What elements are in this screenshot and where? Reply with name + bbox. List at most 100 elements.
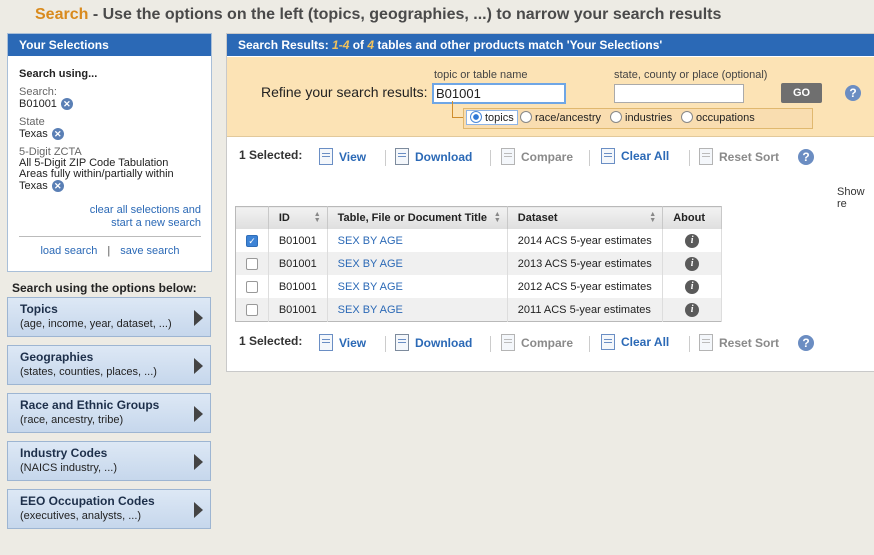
compare-button[interactable]: Compare xyxy=(501,334,573,351)
clear-all-label: Clear All xyxy=(621,335,670,349)
radio-industries[interactable]: industries xyxy=(610,111,672,124)
info-icon[interactable]: i xyxy=(685,233,700,248)
reset-sort-button[interactable]: Reset Sort xyxy=(699,334,779,351)
info-icon[interactable]: i xyxy=(685,256,700,271)
radio-occupations[interactable]: occupations xyxy=(681,111,755,124)
column-label: Table, File or Document Title xyxy=(337,212,487,224)
results-range: 1-4 xyxy=(332,38,350,52)
option-topics[interactable]: Topics (age, income, year, dataset, ...) xyxy=(7,297,211,337)
view-icon xyxy=(319,334,333,351)
view-button[interactable]: View xyxy=(319,148,366,165)
column-header-dataset[interactable]: Dataset ▲ ▼ xyxy=(507,206,664,229)
chevron-right-icon xyxy=(194,502,203,518)
option-subtitle: (states, counties, places, ...) xyxy=(20,366,157,378)
results-prefix: Search Results: xyxy=(238,38,333,52)
row-checkbox[interactable] xyxy=(246,280,258,293)
row-dataset: 2011 ACS 5-year estimates xyxy=(507,298,664,322)
toolbar-divider xyxy=(490,150,491,166)
table-header-row: ID ▲ ▼ Table, File or Document Title ▲ ▼ Dat… xyxy=(235,206,722,229)
column-header-title[interactable]: Table, File or Document Title ▲ ▼ xyxy=(327,206,508,229)
column-label: About xyxy=(673,212,705,224)
download-button[interactable]: Download xyxy=(395,334,472,351)
radio-race-ancestry[interactable]: race/ancestry xyxy=(520,111,601,124)
go-button[interactable]: GO xyxy=(781,83,822,103)
radio-topics[interactable]: topics xyxy=(466,110,518,125)
criterion-search: Search: B01001 ✕ xyxy=(19,86,201,111)
row-id: B01001 xyxy=(268,298,328,322)
results-suffix: tables and other products match 'Your Se… xyxy=(374,38,663,52)
clear-all-selections-link[interactable]: clear all selections and start a new sea… xyxy=(19,204,201,230)
option-race-ethnic[interactable]: Race and Ethnic Groups (race, ancestry, … xyxy=(7,393,211,433)
info-icon[interactable]: i xyxy=(685,302,700,317)
row-checkbox-cell xyxy=(235,298,269,322)
criterion-value: Texas xyxy=(19,128,48,141)
search-results-panel: Search Results: 1-4 of 4 tables and othe… xyxy=(226,33,874,372)
row-checkbox-checked[interactable]: ✓ xyxy=(246,234,258,247)
selected-count: 1 Selected: xyxy=(239,334,303,348)
heading-accent: Search xyxy=(35,6,89,23)
toolbar-divider xyxy=(689,150,690,166)
view-button[interactable]: View xyxy=(319,334,366,351)
row-id: B01001 xyxy=(268,275,328,298)
compare-label: Compare xyxy=(521,150,574,164)
download-icon xyxy=(395,334,409,351)
reset-sort-button[interactable]: Reset Sort xyxy=(699,148,779,165)
row-checkbox-cell xyxy=(235,252,269,275)
remove-icon[interactable]: ✕ xyxy=(60,98,73,111)
download-button[interactable]: Download xyxy=(395,148,472,165)
column-header-about: About xyxy=(662,206,722,229)
refine-label: Refine your search results: xyxy=(261,84,428,100)
row-title-link[interactable]: SEX BY AGE xyxy=(327,275,508,298)
divider xyxy=(19,236,201,238)
radio-icon xyxy=(610,111,622,123)
bracket-connector xyxy=(452,101,463,118)
option-industry-codes[interactable]: Industry Codes (NAICS industry, ...) xyxy=(7,441,211,481)
clear-all-button[interactable]: Clear All xyxy=(601,148,669,164)
load-search-link[interactable]: load search xyxy=(40,245,97,257)
table-row[interactable]: B01001 SEX BY AGE 2013 ACS 5-year estima… xyxy=(235,252,722,275)
help-icon[interactable]: ? xyxy=(845,85,861,101)
clear-all-button[interactable]: Clear All xyxy=(601,334,669,350)
table-row[interactable]: ✓ B01001 SEX BY AGE 2014 ACS 5-year esti… xyxy=(235,229,722,252)
remove-icon[interactable]: ✕ xyxy=(51,128,64,141)
help-icon[interactable]: ? xyxy=(798,149,814,165)
save-search-link[interactable]: save search xyxy=(120,245,179,257)
chevron-right-icon xyxy=(194,310,203,326)
download-label: Download xyxy=(415,150,473,164)
remove-icon[interactable]: ✕ xyxy=(51,180,64,193)
info-icon[interactable]: i xyxy=(685,279,700,294)
geo-field-label: state, county or place (optional) xyxy=(614,69,768,81)
chevron-right-icon xyxy=(194,358,203,374)
row-dataset: 2013 ACS 5-year estimates xyxy=(507,252,664,275)
row-title-link[interactable]: SEX BY AGE xyxy=(327,229,508,252)
reset-sort-icon xyxy=(699,334,713,351)
row-title-link[interactable]: SEX BY AGE xyxy=(327,298,508,322)
column-label: Dataset xyxy=(517,212,558,224)
download-icon xyxy=(395,148,409,165)
radio-icon xyxy=(681,111,693,123)
results-table: ID ▲ ▼ Table, File or Document Title ▲ ▼ Dat… xyxy=(235,206,722,322)
option-subtitle: (executives, analysts, ...) xyxy=(20,510,142,522)
option-geographies[interactable]: Geographies (states, counties, places, .… xyxy=(7,345,211,385)
row-id: B01001 xyxy=(268,252,328,275)
toolbar-divider xyxy=(589,150,590,166)
row-dataset: 2014 ACS 5-year estimates xyxy=(507,229,664,252)
option-title: Geographies xyxy=(20,350,94,364)
row-checkbox[interactable] xyxy=(246,257,258,270)
row-title-link[interactable]: SEX BY AGE xyxy=(327,252,508,275)
help-icon[interactable]: ? xyxy=(798,335,814,351)
option-eeo-occupation[interactable]: EEO Occupation Codes (executives, analys… xyxy=(7,489,211,529)
criterion-value: B01001 xyxy=(19,98,57,110)
option-title: Topics xyxy=(20,302,58,316)
row-checkbox[interactable] xyxy=(246,303,258,316)
table-row[interactable]: B01001 SEX BY AGE 2011 ACS 5-year estima… xyxy=(235,298,722,322)
compare-button[interactable]: Compare xyxy=(501,148,573,165)
download-label: Download xyxy=(415,336,473,350)
column-header-id[interactable]: ID ▲ ▼ xyxy=(268,206,328,229)
compare-icon xyxy=(501,334,515,351)
geo-search-input[interactable] xyxy=(614,84,744,103)
compare-label: Compare xyxy=(521,336,574,350)
radio-icon xyxy=(520,111,532,123)
radio-label: topics xyxy=(485,112,514,124)
table-row[interactable]: B01001 SEX BY AGE 2012 ACS 5-year estima… xyxy=(235,275,722,298)
